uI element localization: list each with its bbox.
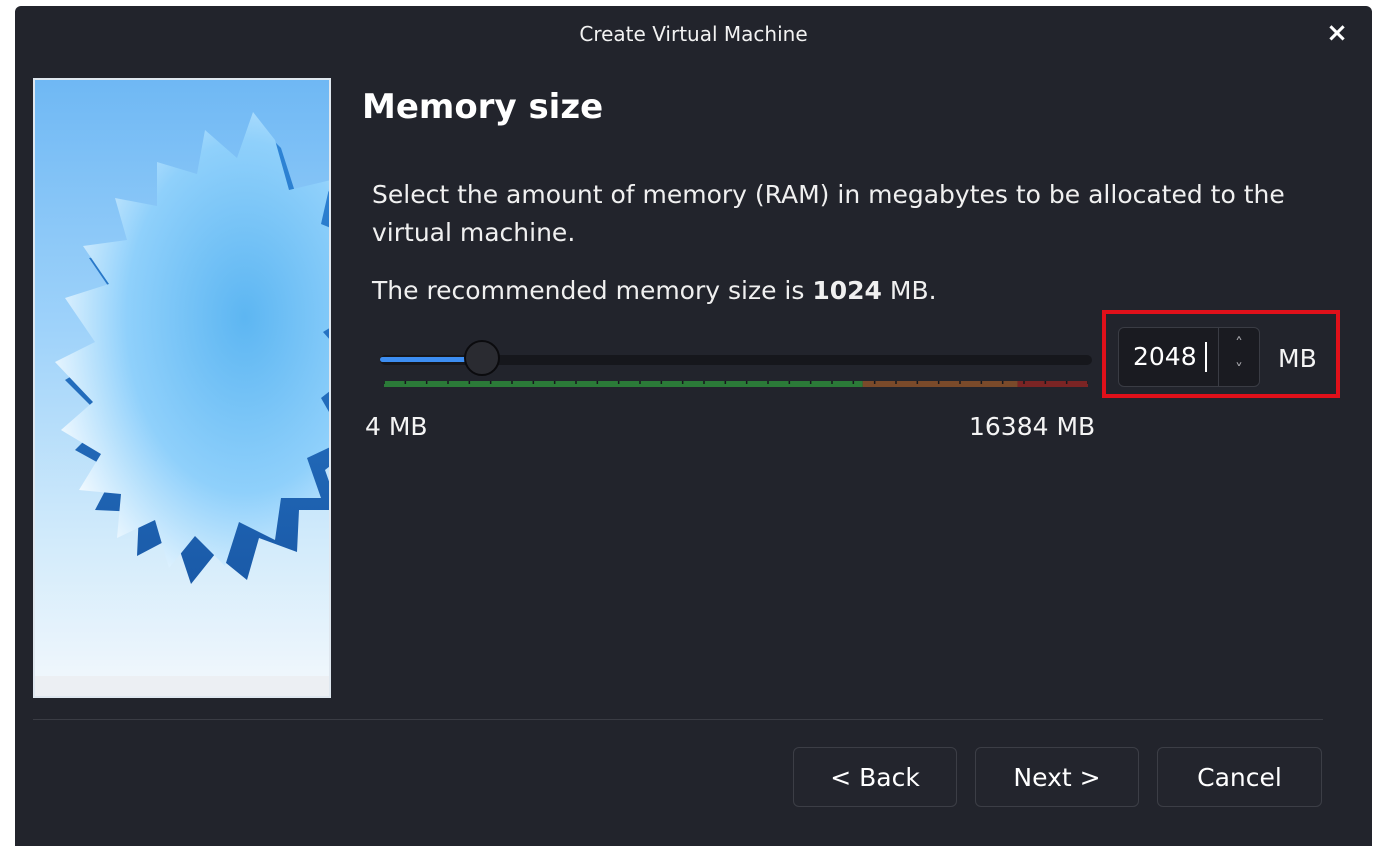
close-icon[interactable]: × (1324, 20, 1350, 46)
memory-unit-label: MB (1278, 344, 1317, 373)
spin-up-icon[interactable]: ˄ (1219, 330, 1259, 358)
cancel-button[interactable]: Cancel (1157, 747, 1322, 807)
recommended-memory-value: 1024 (812, 276, 882, 305)
spin-down-icon[interactable]: ˅ (1219, 356, 1259, 384)
spin-arrows[interactable]: ˄ ˅ (1218, 328, 1259, 386)
memory-value-input[interactable]: 2048 (1133, 342, 1197, 371)
page-description: Select the amount of memory (RAM) in meg… (372, 180, 1285, 247)
recommendation-prefix: The recommended memory size is (372, 276, 813, 305)
memory-slider[interactable] (380, 340, 1092, 390)
title-bar[interactable]: Create Virtual Machine × (15, 6, 1372, 62)
starburst-icon (55, 112, 329, 584)
wizard-starburst-image (33, 78, 331, 698)
next-button[interactable]: Next > (975, 747, 1139, 807)
slider-max-label: 16384 MB (969, 412, 1096, 441)
memory-spinbox[interactable]: 2048 ˄ ˅ (1118, 327, 1260, 387)
page-title: Memory size (362, 87, 604, 127)
scale-segment (862, 381, 1018, 387)
slider-handle[interactable] (464, 340, 501, 376)
back-button[interactable]: < Back (793, 747, 957, 807)
text-caret (1205, 342, 1207, 372)
slider-min-label: 4 MB (365, 412, 428, 441)
slider-scale (384, 381, 1088, 387)
scale-segment (1017, 381, 1088, 387)
window-title: Create Virtual Machine (579, 22, 808, 46)
image-floor (35, 676, 329, 696)
recommended-memory-text: The recommended memory size is 1024 MB. (372, 276, 937, 305)
recommendation-suffix: MB. (881, 276, 937, 305)
footer-divider (33, 719, 1323, 720)
scale-segment (384, 381, 863, 387)
